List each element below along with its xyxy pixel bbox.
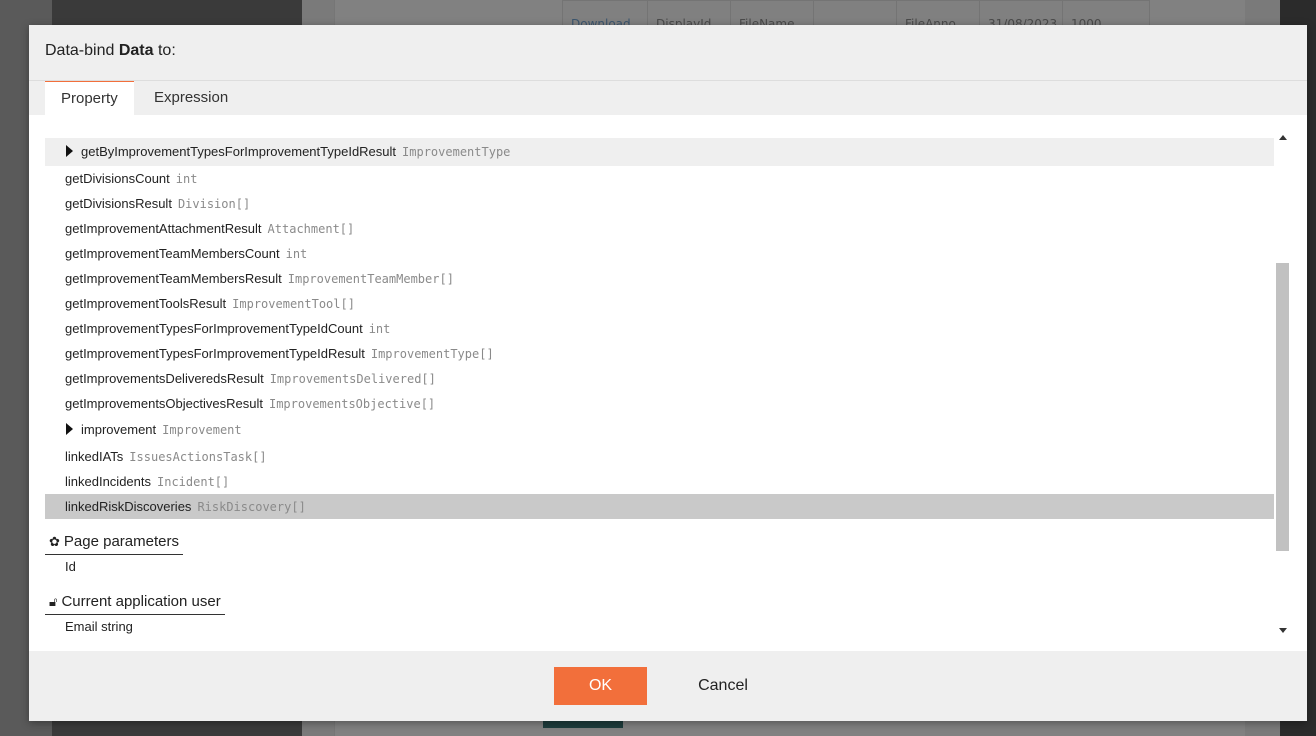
- background-cell: 31/08/2023: [980, 1, 1063, 27]
- dialog-title-suffix: to:: [157, 42, 176, 59]
- property-list: getByImprovementTypesForImprovementTypeI…: [45, 138, 1274, 519]
- property-item[interactable]: getImprovementTeamMembersCount int: [45, 241, 1274, 266]
- background-cell: DisplayId: [648, 1, 731, 27]
- property-name: getImprovementsObjectivesResult: [65, 396, 263, 411]
- property-type: IssuesActionsTask[]: [129, 450, 267, 464]
- property-type: ImprovementsDelivered[]: [269, 372, 436, 386]
- property-type: Incident[]: [157, 475, 230, 489]
- property-item[interactable]: improvement Improvement: [45, 416, 1274, 444]
- scroll-down-icon[interactable]: [1279, 628, 1287, 633]
- property-item[interactable]: getImprovementTypesForImprovementTypeIdR…: [45, 341, 1274, 366]
- property-item[interactable]: getDivisionsResult Division[]: [45, 191, 1274, 216]
- data-bind-dialog: Data-bind Data to: Property Expression g…: [29, 25, 1307, 721]
- background-cell: Download: [563, 1, 648, 27]
- property-item[interactable]: getImprovementToolsResult ImprovementTool…: [45, 291, 1274, 316]
- property-item[interactable]: getImprovementsDeliveredsResult Improveme…: [45, 366, 1274, 391]
- property-type: RiskDiscovery[]: [197, 500, 306, 514]
- property-item[interactable]: getImprovementsObjectivesResult Improveme…: [45, 391, 1274, 416]
- property-item[interactable]: getByImprovementTypesForImprovementTypeI…: [45, 138, 1274, 166]
- lock-icon: 🔓︎: [49, 594, 58, 609]
- property-item[interactable]: linkedIncidents Incident[]: [45, 469, 1274, 494]
- property-item[interactable]: getImprovementTypesForImprovementTypeIdC…: [45, 316, 1274, 341]
- property-name: getImprovementTypesForImprovementTypeIdR…: [65, 346, 365, 361]
- property-name: improvement: [81, 422, 157, 437]
- property-tree: getByImprovementTypesForImprovementTypeI…: [45, 138, 1274, 638]
- cancel-button[interactable]: Cancel: [679, 667, 767, 705]
- background-button: [543, 720, 623, 728]
- tab-expression[interactable]: Expression: [138, 81, 244, 115]
- scroll-thumb[interactable]: [1276, 263, 1289, 551]
- page-parameter-item[interactable]: Id: [45, 555, 1274, 579]
- property-name: linkedRiskDiscoveries: [65, 499, 192, 514]
- property-name: getImprovementToolsResult: [65, 296, 227, 311]
- property-item[interactable]: linkedIATs IssuesActionsTask[]: [45, 444, 1274, 469]
- current-user-header[interactable]: 🔓︎ Current application user: [45, 593, 225, 615]
- dialog-footer: OK Cancel: [29, 651, 1307, 721]
- dialog-header: Data-bind Data to:: [29, 25, 1307, 81]
- background-table-row: Download DisplayId FileName FileAnno 31/…: [562, 0, 1150, 28]
- property-type: ImprovementTool[]: [232, 297, 355, 311]
- property-name: getDivisionsCount: [65, 171, 170, 186]
- expand-caret-icon[interactable]: [66, 145, 73, 157]
- page-parameters-header[interactable]: ✿ Page parameters: [45, 533, 183, 555]
- property-item[interactable]: linkedRiskDiscoveries RiskDiscovery[]: [45, 494, 1274, 519]
- list-scrollbar[interactable]: [1276, 133, 1290, 635]
- background-cell: FileName: [731, 1, 814, 27]
- property-item[interactable]: getDivisionsCount int: [45, 166, 1274, 191]
- property-name: linkedIncidents: [65, 474, 151, 489]
- gear-icon: ✿: [49, 534, 60, 549]
- current-user-label: Current application user: [61, 593, 221, 610]
- property-type: int: [175, 172, 198, 186]
- property-name: getImprovementTeamMembersCount: [65, 246, 280, 261]
- page-parameters-label: Page parameters: [63, 533, 179, 550]
- dialog-title-prefix: Data-bind: [45, 42, 115, 59]
- property-type: Improvement: [162, 423, 242, 437]
- property-type: Attachment[]: [267, 222, 355, 236]
- property-name: getImprovementTeamMembersResult: [65, 271, 282, 286]
- property-name: getImprovementTypesForImprovementTypeIdC…: [65, 321, 363, 336]
- ok-button[interactable]: OK: [554, 667, 647, 705]
- background-cell: 1000: [1071, 17, 1102, 27]
- property-type: ImprovementsObjective[]: [268, 397, 436, 411]
- property-name: getImprovementAttachmentResult: [65, 221, 262, 236]
- property-type: ImprovementType: [402, 145, 511, 159]
- property-type: Division[]: [177, 197, 251, 211]
- property-type: int: [368, 322, 391, 336]
- expand-caret-icon[interactable]: [66, 423, 73, 435]
- property-name: getByImprovementTypesForImprovementTypeI…: [81, 144, 397, 159]
- property-type: int: [285, 247, 308, 261]
- property-name: getDivisionsResult: [65, 196, 172, 211]
- property-item[interactable]: getImprovementAttachmentResult Attachment…: [45, 216, 1274, 241]
- property-type: ImprovementType[]: [370, 347, 494, 361]
- background-cell: FileAnno: [897, 1, 980, 27]
- property-name: getImprovementsDeliveredsResult: [65, 371, 264, 386]
- property-type: ImprovementTeamMember[]: [287, 272, 454, 286]
- dialog-title-bold: Data: [118, 42, 154, 59]
- background-cell: [814, 1, 897, 27]
- property-item[interactable]: getImprovementTeamMembersResult Improveme…: [45, 266, 1274, 291]
- dialog-tabs: Property Expression: [29, 81, 1307, 115]
- scroll-up-icon[interactable]: [1279, 135, 1287, 140]
- tab-property[interactable]: Property: [45, 81, 134, 115]
- current-user-item[interactable]: Email string: [45, 615, 1274, 638]
- dialog-title: Data-bind Data to:: [45, 42, 176, 60]
- property-name: linkedIATs: [65, 449, 124, 464]
